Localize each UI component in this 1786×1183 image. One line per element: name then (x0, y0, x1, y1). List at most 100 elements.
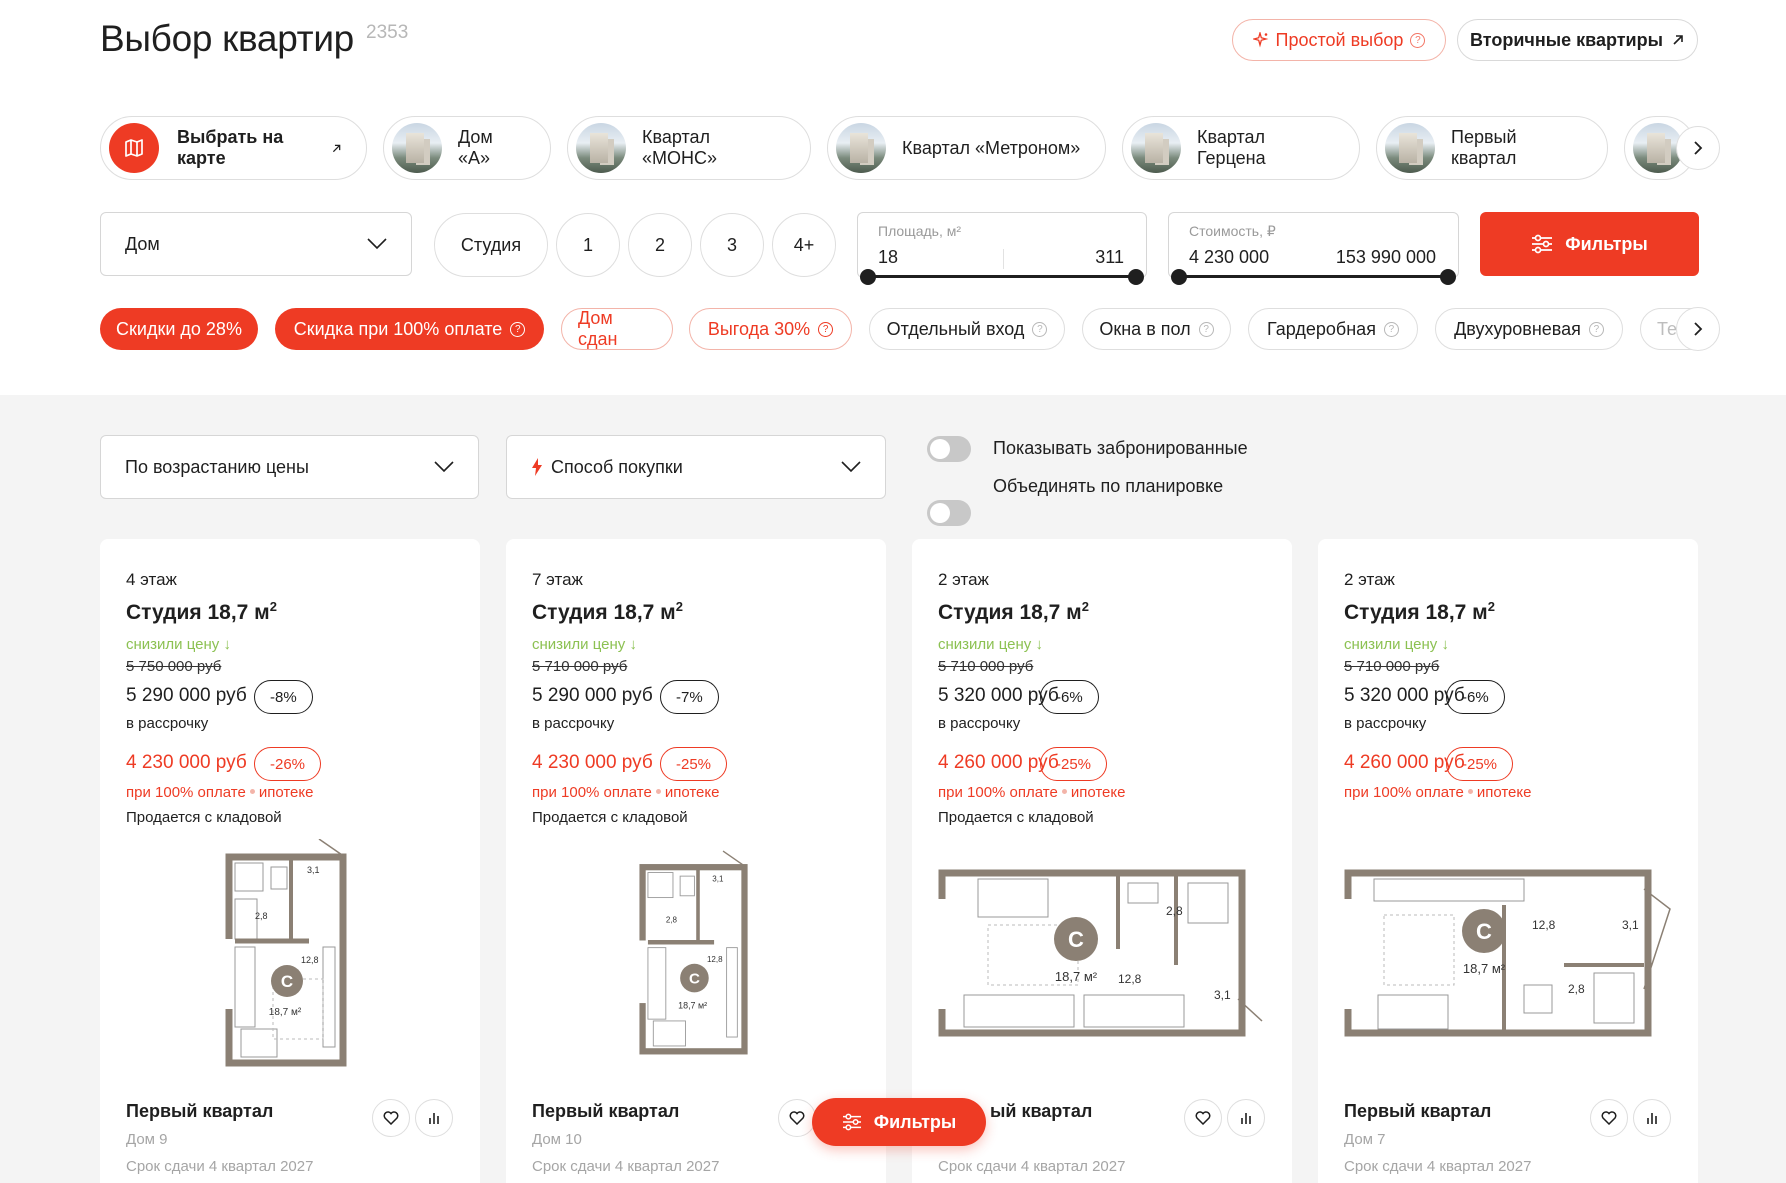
favorite-button[interactable] (372, 1099, 410, 1137)
house-name: Дом 7 (1344, 1131, 1386, 1148)
show-booked-toggle[interactable] (927, 436, 971, 462)
sliders-icon (842, 1113, 861, 1131)
svg-text:3,1: 3,1 (1622, 918, 1639, 932)
favorite-button[interactable] (1184, 1099, 1222, 1137)
tag-label: Выгода 30% (707, 318, 811, 339)
favorite-button[interactable] (778, 1099, 816, 1137)
project-chip-gertsena[interactable]: Квартал Герцена (1122, 116, 1360, 180)
payment-terms: при 100% оплате ипотеке (532, 784, 720, 801)
house-select[interactable]: Дом (100, 212, 412, 276)
floor-plan: С 18,7 м² 12,8 3,1 2,8 (1344, 869, 1671, 1037)
filters-button[interactable]: Фильтры (1480, 212, 1699, 276)
cost-min-handle[interactable] (1171, 269, 1187, 285)
compare-button[interactable] (1633, 1099, 1671, 1137)
choose-on-map-chip[interactable]: Выбрать на карте (100, 116, 367, 180)
tag-house-done[interactable]: Дом сдан (561, 308, 673, 350)
tag-wardrobe[interactable]: Гардеробная ? (1248, 308, 1418, 350)
group-by-layout-toggle[interactable] (927, 500, 971, 526)
area-range[interactable]: Площадь, м² 18 311 (857, 212, 1147, 285)
svg-text:2,8: 2,8 (666, 916, 678, 925)
apartment-type: Студия 18,7 м2 (1344, 599, 1495, 624)
project-chip-label: Квартал «МОНС» (642, 127, 718, 168)
delivery-deadline: Срок сдачи 4 квартал 2027 (938, 1158, 1126, 1175)
tag-separate-entrance[interactable]: Отдельный вход ? (869, 308, 1065, 350)
lightning-icon (532, 458, 542, 476)
apartment-card[interactable]: 7 этаж Студия 18,7 м2 снизили цену ↓ 5 7… (506, 539, 886, 1183)
tags-next-button[interactable] (1676, 307, 1720, 351)
project-chip-label: Первый квартал (1451, 127, 1517, 168)
tag-discount-28[interactable]: Скидки до 28% (100, 308, 258, 350)
area-min-value[interactable]: 18 (878, 247, 898, 268)
bar-chart-icon (429, 1113, 439, 1124)
discount-badge: -6% (1446, 680, 1505, 714)
project-name: ый квартал (990, 1101, 1093, 1121)
tag-discount-100[interactable]: Скидка при 100% оплате ? (275, 308, 544, 350)
project-chip-mons[interactable]: Квартал «МОНС» (567, 116, 811, 180)
price-reduced-label: снизили цену ↓ (1344, 636, 1449, 653)
cost-range-track[interactable] (1179, 275, 1448, 278)
area-min-handle[interactable] (860, 269, 876, 285)
tag-floor-windows[interactable]: Окна в пол ? (1082, 308, 1231, 350)
project-thumbnail (576, 123, 626, 173)
area-range-label: Площадь, м² (878, 223, 962, 239)
project-chip-dom-a[interactable]: Дом «А» (383, 116, 551, 180)
installment-label: в рассрочку (126, 715, 209, 732)
apartment-card[interactable]: 2 этаж Студия 18,7 м2 снизили цену ↓ 5 7… (1318, 539, 1698, 1183)
price: 5 290 000 руб (126, 685, 247, 706)
projects-next-button[interactable] (1676, 126, 1720, 170)
floating-filters-button[interactable]: Фильтры (812, 1098, 986, 1146)
help-icon: ? (1588, 321, 1604, 337)
heart-icon (1601, 1111, 1617, 1125)
compare-button[interactable] (415, 1099, 453, 1137)
room-option-4plus[interactable]: 4+ (772, 213, 836, 277)
room-option-3[interactable]: 3 (700, 213, 764, 277)
chevron-down-icon (434, 461, 454, 473)
cost-min-value[interactable]: 4 230 000 (1189, 247, 1269, 268)
sort-select[interactable]: По возрастанию цены (100, 435, 479, 499)
payment-terms: при 100% оплате ипотеке (126, 784, 314, 801)
area-range-track[interactable] (868, 275, 1136, 278)
secondary-apartments-button[interactable]: Вторичные квартиры (1457, 19, 1698, 61)
cost-range[interactable]: Стоимость, ₽ 4 230 000 153 990 000 (1168, 212, 1459, 285)
apartment-card[interactable]: 2 этаж Студия 18,7 м2 снизили цену ↓ 5 7… (912, 539, 1292, 1183)
svg-text:С: С (281, 972, 293, 991)
project-thumbnail (1131, 123, 1181, 173)
arrow-up-right-icon (332, 144, 341, 152)
project-chip-metronom[interactable]: Квартал «Метроном» (827, 116, 1106, 180)
arrow-down-icon: ↓ (1035, 636, 1043, 653)
room-option-studio[interactable]: Студия (434, 213, 548, 277)
cost-max-value[interactable]: 153 990 000 (1336, 247, 1436, 268)
svg-text:18,7 м²: 18,7 м² (269, 1007, 302, 1018)
floating-filters-label: Фильтры (873, 1111, 957, 1132)
house-select-value: Дом (125, 233, 160, 254)
tag-two-level[interactable]: Двухуровневая ? (1435, 308, 1623, 350)
simple-choice-button[interactable]: Простой выбор ? (1232, 19, 1446, 61)
arrow-down-icon: ↓ (223, 636, 231, 653)
chevron-down-icon (367, 238, 387, 250)
cost-max-handle[interactable] (1440, 269, 1456, 285)
delivery-deadline: Срок сдачи 4 квартал 2027 (532, 1158, 720, 1175)
purchase-method-select[interactable]: Способ покупки (506, 435, 886, 499)
room-option-2[interactable]: 2 (628, 213, 692, 277)
project-chip-label: Квартал Герцена (1197, 127, 1266, 168)
area-max-handle[interactable] (1128, 269, 1144, 285)
svg-text:18,7 м²: 18,7 м² (678, 1000, 707, 1010)
room-option-1[interactable]: 1 (556, 213, 620, 277)
old-price: 5 710 000 руб (532, 658, 628, 675)
help-icon: ? (1383, 321, 1399, 337)
compare-button[interactable] (1227, 1099, 1265, 1137)
area-max-value[interactable]: 311 (1095, 247, 1124, 268)
svg-text:С: С (1068, 927, 1084, 952)
arrow-down-icon: ↓ (1441, 636, 1449, 653)
help-icon: ? (1410, 32, 1426, 48)
tag-benefit-30[interactable]: Выгода 30% ? (689, 308, 852, 350)
storage-note: Продается с кладовой (126, 809, 282, 826)
old-price: 5 710 000 руб (1344, 658, 1440, 675)
help-icon: ? (1032, 321, 1048, 337)
favorite-button[interactable] (1590, 1099, 1628, 1137)
storage-note: Продается с кладовой (938, 809, 1094, 826)
project-chip-pervyi[interactable]: Первый квартал (1376, 116, 1608, 180)
payment-terms: при 100% оплате ипотеке (938, 784, 1126, 801)
apartment-card[interactable]: 4 этаж Студия 18,7 м2 снизили цену ↓ 5 7… (100, 539, 480, 1183)
bar-chart-icon (1647, 1113, 1657, 1124)
